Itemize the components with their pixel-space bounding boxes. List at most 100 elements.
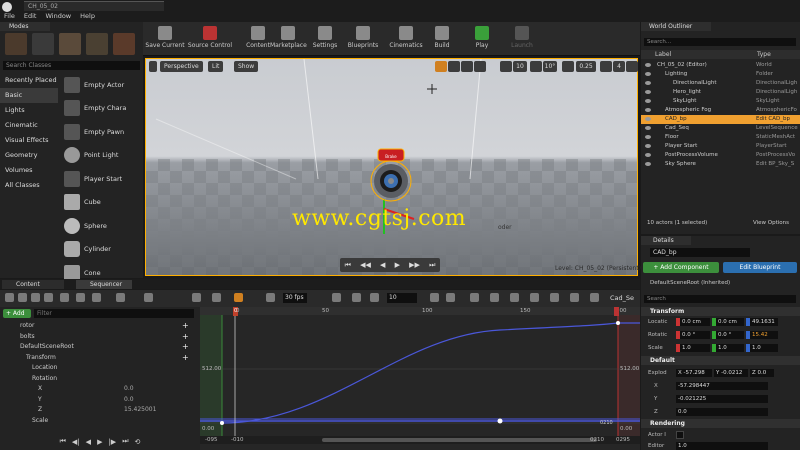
category-lights[interactable]: Lights — [0, 103, 58, 118]
scale-tool-icon[interactable] — [461, 61, 473, 72]
visibility-eye-icon[interactable] — [645, 117, 651, 121]
category-all-classes[interactable]: All Classes — [0, 178, 58, 193]
loop-icon[interactable]: ⟲ — [135, 438, 141, 446]
rotation-z-field[interactable]: 15.42 — [750, 331, 778, 339]
snap-magnet-icon[interactable] — [234, 293, 243, 302]
curve-graph[interactable] — [200, 315, 640, 436]
outliner-row[interactable]: Cad_Seq LevelSequence — [641, 124, 800, 133]
add-track-icon[interactable]: + — [182, 353, 189, 362]
placeable-item[interactable]: Sphere — [60, 214, 140, 238]
placeable-item[interactable]: Cylinder — [60, 238, 140, 262]
scale-y-field[interactable]: 1.0 — [716, 344, 744, 352]
outliner-row[interactable]: Sky Sphere Edit BP_Sky_S — [641, 160, 800, 169]
category-volumes[interactable]: Volumes — [0, 163, 58, 178]
visibility-eye-icon[interactable] — [645, 81, 651, 85]
add-track-button[interactable]: + Add — [3, 309, 31, 318]
edit-blueprint-button[interactable]: Edit Blueprint — [723, 262, 797, 273]
placeable-item[interactable]: Empty Actor — [60, 73, 140, 97]
track-row[interactable]: rotor + — [0, 321, 200, 331]
visibility-eye-icon[interactable] — [645, 99, 651, 103]
add-track-icon[interactable]: + — [182, 332, 189, 341]
world-space-icon[interactable] — [474, 61, 486, 72]
sequence-name[interactable]: Cad_Se — [610, 294, 634, 302]
rotation-x-field[interactable]: 0.0 ° — [680, 331, 710, 339]
track-row[interactable]: X 0.0 — [0, 384, 200, 394]
outliner-row[interactable]: CH_05_02 (Editor) World — [641, 61, 800, 70]
menu-help[interactable]: Help — [80, 12, 95, 20]
explode-z-value[interactable]: 0.0 — [676, 408, 768, 416]
play-reverse-icon[interactable]: ◀ — [86, 438, 91, 446]
keyframe-end[interactable] — [616, 321, 620, 325]
camera-icon[interactable] — [60, 293, 69, 302]
search-icon[interactable] — [18, 293, 27, 302]
default-section-header[interactable]: Default — [641, 356, 800, 365]
visibility-eye-icon[interactable] — [645, 153, 651, 157]
tangent-icon[interactable] — [352, 293, 361, 302]
rotate-tool-icon[interactable] — [448, 61, 460, 72]
explode-x-field[interactable]: X -57.298 — [676, 369, 712, 377]
value-snap-dropdown[interactable]: 10 — [387, 293, 417, 303]
render-movie-icon[interactable] — [44, 293, 53, 302]
add-track-icon[interactable]: + — [182, 342, 189, 351]
level-document-tab[interactable]: CH_05_02 — [24, 1, 164, 11]
launch-button[interactable]: Launch — [502, 24, 542, 54]
menu-file[interactable]: File — [4, 12, 15, 20]
track-row[interactable]: Transform + — [0, 353, 200, 363]
track-row[interactable]: DefaultSceneRoot + — [0, 342, 200, 352]
visibility-eye-icon[interactable] — [645, 90, 651, 94]
level-viewport[interactable]: Brake — [145, 58, 638, 276]
next-key-icon[interactable]: |▶ — [108, 438, 116, 446]
category-recently-placed[interactable]: Recently Placed — [0, 73, 58, 88]
search-classes-input[interactable]: Search Classes — [3, 61, 140, 70]
settings-icon[interactable] — [76, 293, 85, 302]
auto-tangent-icon[interactable] — [470, 293, 479, 302]
add-component-button[interactable]: + Add Component — [643, 262, 719, 273]
view-range-end[interactable]: 0295 — [616, 437, 630, 443]
sequencer-tab[interactable]: Sequencer — [76, 280, 132, 289]
track-row[interactable]: Y 0.0 — [0, 395, 200, 405]
track-row[interactable]: Location — [0, 363, 200, 373]
visibility-eye-icon[interactable] — [645, 162, 651, 166]
placeable-item[interactable]: Empty Chara — [60, 97, 140, 121]
placeable-item[interactable]: Player Start — [60, 167, 140, 191]
camera-speed-icon[interactable] — [600, 61, 612, 72]
source-control-button[interactable]: Source Control — [187, 24, 233, 54]
visibility-eye-icon[interactable] — [645, 126, 651, 130]
track-row[interactable]: Scale — [0, 416, 200, 426]
jump-end-icon[interactable]: ⏭ — [429, 261, 435, 270]
scale-snap-icon[interactable] — [562, 61, 574, 72]
fit-vertical-icon[interactable] — [446, 293, 455, 302]
move-tool-icon[interactable] — [435, 61, 447, 72]
snapshot-icon[interactable] — [31, 293, 40, 302]
linear-tangent-icon[interactable] — [530, 293, 539, 302]
rotation-y-field[interactable]: 0.0 ° — [716, 331, 744, 339]
play-icon[interactable]: ▶ — [97, 438, 102, 446]
visibility-eye-icon[interactable] — [645, 144, 651, 148]
track-value[interactable]: 0.0 — [124, 395, 134, 405]
transform-section-header[interactable]: Transform — [641, 307, 800, 316]
content-browser-tab[interactable]: Content Browser — [2, 280, 64, 297]
outliner-label-column[interactable]: Label — [655, 51, 671, 58]
step-back-icon[interactable]: ◀◀ — [360, 261, 371, 269]
menu-edit[interactable]: Edit — [24, 12, 37, 20]
blueprints-button[interactable]: Blueprints — [343, 24, 383, 54]
world-outliner-tab[interactable]: World Outliner — [641, 22, 711, 31]
explode-y-field[interactable]: Y -0.0212 — [714, 369, 748, 377]
flatten-tangent-icon[interactable] — [570, 293, 579, 302]
category-basic[interactable]: Basic — [0, 88, 58, 103]
fit-horizontal-icon[interactable] — [430, 293, 439, 302]
constant-tangent-icon[interactable] — [550, 293, 559, 302]
frame-rate-dropdown[interactable]: 30 fps — [283, 293, 307, 303]
brake-caliper-mesh[interactable]: Brake — [368, 145, 414, 207]
rendering-section-header[interactable]: Rendering — [641, 419, 800, 428]
view-icon[interactable] — [116, 293, 125, 302]
paint-mode-icon[interactable] — [32, 33, 54, 55]
category-cinematic[interactable]: Cinematic — [0, 118, 58, 133]
scale-snap-value[interactable]: 0.25 — [576, 61, 596, 72]
rotation-snap-icon[interactable] — [530, 61, 542, 72]
straighten-tangent-icon[interactable] — [590, 293, 599, 302]
perspective-button[interactable]: Perspective — [160, 61, 203, 72]
save-sequence-icon[interactable] — [5, 293, 14, 302]
scene-root-component[interactable]: DefaultSceneRoot (Inherited) — [650, 280, 730, 286]
jump-start-icon[interactable]: ⏮ — [60, 437, 66, 446]
